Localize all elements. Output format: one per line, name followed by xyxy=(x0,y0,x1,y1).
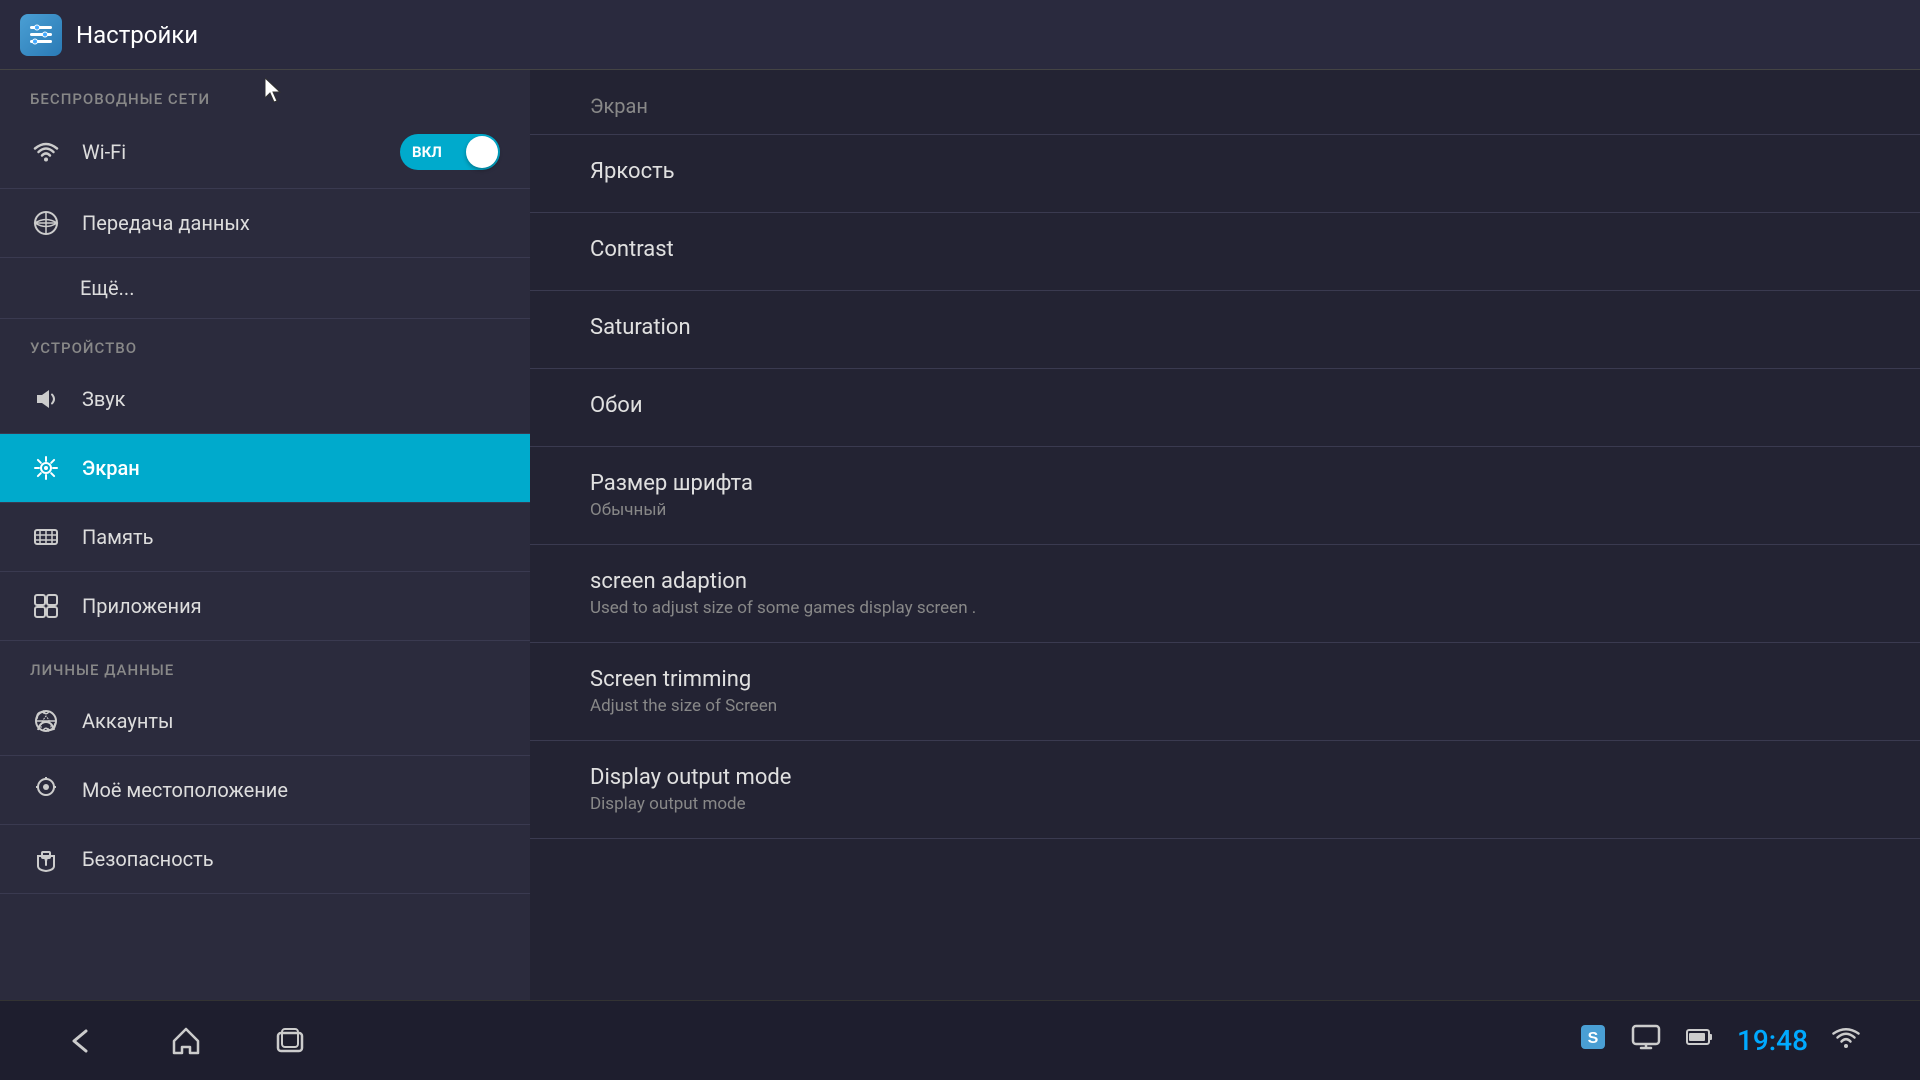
wifi-status-icon xyxy=(1832,1027,1860,1055)
settings-item-brightness[interactable]: Яркость xyxy=(530,135,1920,213)
apps-label: Приложения xyxy=(82,594,202,618)
wifi-icon xyxy=(30,136,62,168)
sidebar-item-memory[interactable]: Память xyxy=(0,503,530,572)
location-label: Моё местоположение xyxy=(82,778,288,802)
wifi-toggle[interactable]: ВКЛ xyxy=(400,134,500,170)
font-size-subtitle: Обычный xyxy=(590,500,1860,520)
screen-adaption-subtitle: Used to adjust size of some games displa… xyxy=(590,598,1860,618)
accounts-label: Аккаунты xyxy=(82,709,174,733)
svg-text:S: S xyxy=(1588,1030,1599,1047)
display-output-title: Display output mode xyxy=(590,765,1860,790)
sound-label: Звук xyxy=(82,387,125,411)
screen-adaption-title: screen adaption xyxy=(590,569,1860,594)
battery-icon xyxy=(1685,1023,1713,1058)
back-button[interactable] xyxy=(60,1019,104,1063)
contrast-title: Contrast xyxy=(590,237,1860,262)
toggle-on-label: ВКЛ xyxy=(412,143,442,161)
wallpaper-title: Обои xyxy=(590,393,1860,418)
sidebar-item-wifi[interactable]: Wi-Fi ВКЛ xyxy=(0,116,530,189)
accounts-icon xyxy=(30,705,62,737)
sidebar: БЕСПРОВОДНЫЕ СЕТИ Wi-Fi ВКЛ xyxy=(0,70,530,1000)
settings-item-font-size[interactable]: Размер шрифта Обычный xyxy=(530,447,1920,545)
sidebar-item-screen[interactable]: Экран xyxy=(0,434,530,503)
sidebar-item-sound[interactable]: Звук xyxy=(0,365,530,434)
section-header-personal: ЛИЧНЫЕ ДАННЫЕ xyxy=(0,641,530,687)
data-transfer-icon xyxy=(30,207,62,239)
screen-icon xyxy=(30,452,62,484)
sidebar-item-data-transfer[interactable]: Передача данных xyxy=(0,189,530,258)
screen-trimming-title: Screen trimming xyxy=(590,667,1860,692)
app-icon xyxy=(20,14,62,56)
font-size-title: Размер шрифта xyxy=(590,471,1860,496)
settings-item-screen-trimming[interactable]: Screen trimming Adjust the size of Scree… xyxy=(530,643,1920,741)
right-panel: Экран Яркость Contrast Saturation Обои Р… xyxy=(530,70,1920,1000)
more-label: Ещё... xyxy=(80,276,134,300)
panel-header: Экран xyxy=(530,70,1920,135)
saturation-title: Saturation xyxy=(590,315,1860,340)
recent-apps-button[interactable] xyxy=(268,1019,312,1063)
screen-label: Экран xyxy=(82,456,140,480)
settings-item-saturation[interactable]: Saturation xyxy=(530,291,1920,369)
brightness-title: Яркость xyxy=(590,159,1860,184)
display-output-subtitle: Display output mode xyxy=(590,794,1860,814)
home-button[interactable] xyxy=(164,1019,208,1063)
sidebar-item-more[interactable]: Ещё... xyxy=(0,258,530,319)
display-icon xyxy=(1631,1024,1661,1057)
settings-item-screen-adaption[interactable]: screen adaption Used to adjust size of s… xyxy=(530,545,1920,643)
memory-label: Память xyxy=(82,525,153,549)
screen-trimming-subtitle: Adjust the size of Screen xyxy=(590,696,1860,716)
bottom-bar: S 19:48 xyxy=(0,1000,1920,1080)
sidebar-item-location[interactable]: Моё местоположение xyxy=(0,756,530,825)
panel-title: Экран xyxy=(590,94,648,118)
security-icon xyxy=(30,843,62,875)
wifi-label: Wi-Fi xyxy=(82,140,400,164)
apps-icon xyxy=(30,590,62,622)
sound-icon xyxy=(30,383,62,415)
sidebar-item-apps[interactable]: Приложения xyxy=(0,572,530,641)
section-header-device: УСТРОЙСТВО xyxy=(0,319,530,365)
time-display: 19:48 xyxy=(1737,1024,1808,1057)
bottom-nav xyxy=(60,1019,312,1063)
location-icon xyxy=(30,774,62,806)
data-transfer-label: Передача данных xyxy=(82,211,250,235)
memory-icon xyxy=(30,521,62,553)
settings-item-wallpaper[interactable]: Обои xyxy=(530,369,1920,447)
settings-item-display-output[interactable]: Display output mode Display output mode xyxy=(530,741,1920,839)
page-title: Настройки xyxy=(76,21,198,49)
bottom-right-area: S 19:48 xyxy=(1579,1023,1860,1058)
main-content: БЕСПРОВОДНЫЕ СЕТИ Wi-Fi ВКЛ xyxy=(0,70,1920,1000)
toggle-thumb xyxy=(466,136,498,168)
settings-item-contrast[interactable]: Contrast xyxy=(530,213,1920,291)
security-label: Безопасность xyxy=(82,847,214,871)
s-icon: S xyxy=(1579,1023,1607,1058)
sidebar-item-security[interactable]: Безопасность xyxy=(0,825,530,894)
top-bar: Настройки xyxy=(0,0,1920,70)
section-header-wireless: БЕСПРОВОДНЫЕ СЕТИ xyxy=(0,70,530,116)
sidebar-item-accounts[interactable]: Аккаунты xyxy=(0,687,530,756)
